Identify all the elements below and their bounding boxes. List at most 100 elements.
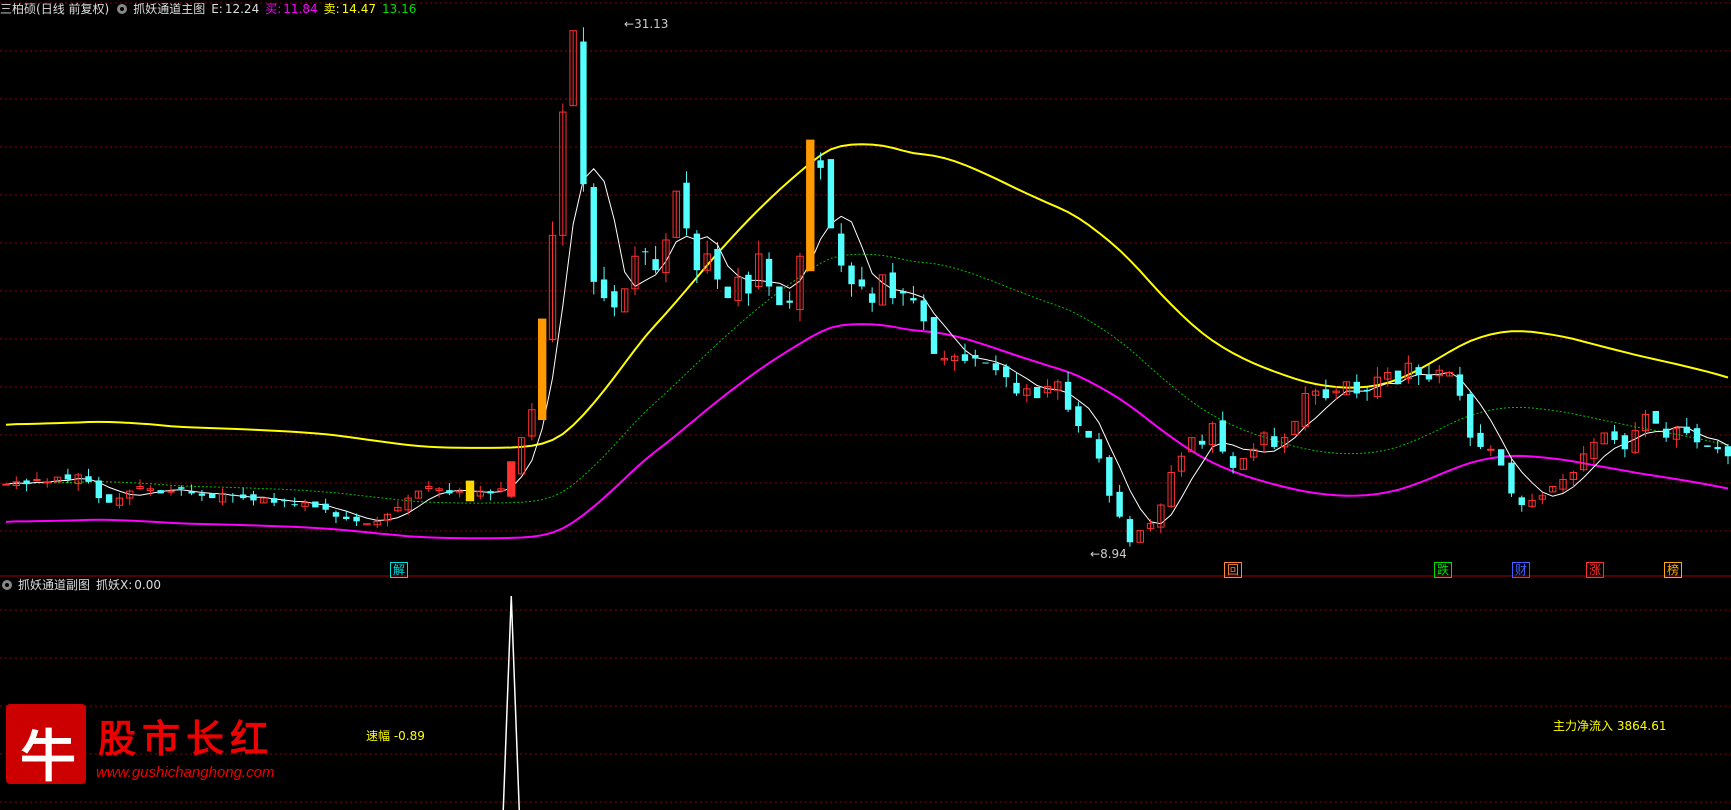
candle-body (2, 483, 10, 486)
watermark-title: 股市长红 (98, 716, 275, 761)
signal-die[interactable]: 跌 (1434, 562, 1453, 578)
candle-body (178, 487, 185, 489)
candle-body (343, 516, 350, 520)
low-price-value: 8.94 (1100, 547, 1127, 561)
signal-zhang[interactable]: 涨 (1586, 562, 1605, 578)
candle-body (487, 491, 494, 494)
candle-body (312, 501, 319, 508)
candle-body (580, 41, 587, 185)
candle-body (1095, 439, 1103, 459)
candle-body (1497, 449, 1505, 466)
candle-body (838, 233, 845, 266)
candle-body (1693, 428, 1701, 443)
candle-body (1652, 410, 1660, 424)
flow-label: 主力净流入 (1553, 719, 1614, 733)
signal-bar (465, 480, 475, 502)
candle-body (250, 494, 257, 501)
candle-body (291, 504, 298, 506)
signal-bar (537, 318, 547, 421)
candle-body (209, 493, 216, 499)
speed-value: -0.89 (393, 729, 425, 743)
candle-body (1477, 432, 1484, 447)
candle-body (1229, 456, 1237, 468)
candle-body (1467, 393, 1474, 438)
candle-body (858, 279, 866, 287)
candle-body (1363, 389, 1371, 392)
candle-body (693, 233, 701, 271)
low-arrow: ← (1090, 547, 1101, 561)
candle-body (930, 317, 938, 354)
signal-bar (806, 139, 815, 272)
candle-body (1518, 497, 1525, 506)
candle-body (848, 265, 855, 285)
high-price-label: ←31.13 (624, 17, 668, 31)
candle-body (322, 503, 329, 510)
bull-logo-icon: 牛 (6, 704, 86, 790)
candle-body (765, 258, 773, 287)
candle-body (1487, 448, 1495, 451)
middle-band-line (5, 253, 1729, 504)
low-price-label: ←8.94 (1090, 547, 1127, 561)
candle-body (1085, 430, 1092, 438)
candle-body (64, 474, 72, 480)
candle-body (652, 259, 659, 271)
candle-body (786, 300, 793, 303)
sub-spike-line (502, 595, 521, 810)
candle-body (188, 491, 195, 494)
candle-body (1662, 428, 1670, 438)
candle-body (1456, 374, 1464, 396)
candle-body (157, 490, 164, 494)
candle-body (683, 182, 690, 229)
candle-body (281, 500, 288, 502)
candle-body (198, 493, 206, 496)
candle-body (910, 298, 917, 301)
candle-body (1106, 457, 1113, 496)
candle-body (992, 363, 1000, 371)
signal-cai[interactable]: 财 (1512, 562, 1531, 578)
candle-body (270, 498, 278, 503)
candle-body (1621, 435, 1629, 450)
signal-bang[interactable]: 榜 (1664, 562, 1683, 578)
candle-body (1003, 366, 1010, 378)
candle-body (920, 300, 927, 322)
watermark-logo: 牛 股市长红 www.gushichanghong.com (6, 704, 306, 790)
speed-label: 速幅 (366, 729, 391, 743)
high-arrow: ← (624, 17, 635, 31)
candle-body (332, 512, 340, 517)
channel-bands (5, 143, 1729, 540)
candle-body (1198, 440, 1206, 445)
candle-body (1271, 436, 1278, 447)
sub-chart (502, 595, 521, 810)
main-flow-indicator: 主力净流入 3864.61 (1553, 717, 1666, 734)
candle-body (1724, 446, 1731, 457)
kline-chart[interactable] (0, 0, 1731, 810)
candle-body (85, 476, 92, 482)
candle-body (776, 286, 783, 306)
candle-body (590, 187, 597, 282)
candle-body (899, 291, 907, 294)
signal-jie[interactable]: 解 (390, 562, 409, 578)
candle-body (1394, 370, 1402, 385)
signal-hui[interactable]: 回 (1224, 562, 1243, 578)
speed-indicator: 速幅 -0.89 (366, 727, 425, 744)
candle-body (1033, 386, 1041, 399)
candle-body (1116, 491, 1123, 517)
candle-body (1075, 406, 1082, 427)
candle-body (1064, 381, 1072, 410)
candle-body (23, 480, 30, 485)
candle-body (982, 362, 989, 364)
candle-body (714, 248, 721, 280)
candle-body (43, 481, 51, 484)
candle-body (817, 160, 824, 168)
candle-body (353, 516, 360, 522)
candle-body (600, 279, 608, 299)
candle-body (1425, 374, 1433, 380)
candlesticks (2, 27, 1731, 547)
candle-body (229, 494, 237, 496)
candle-body (1126, 519, 1134, 543)
candle-body (105, 494, 113, 503)
candle-body (868, 293, 876, 303)
candle-body (1683, 426, 1690, 433)
candle-body (1322, 389, 1330, 399)
candle-body (33, 478, 41, 481)
